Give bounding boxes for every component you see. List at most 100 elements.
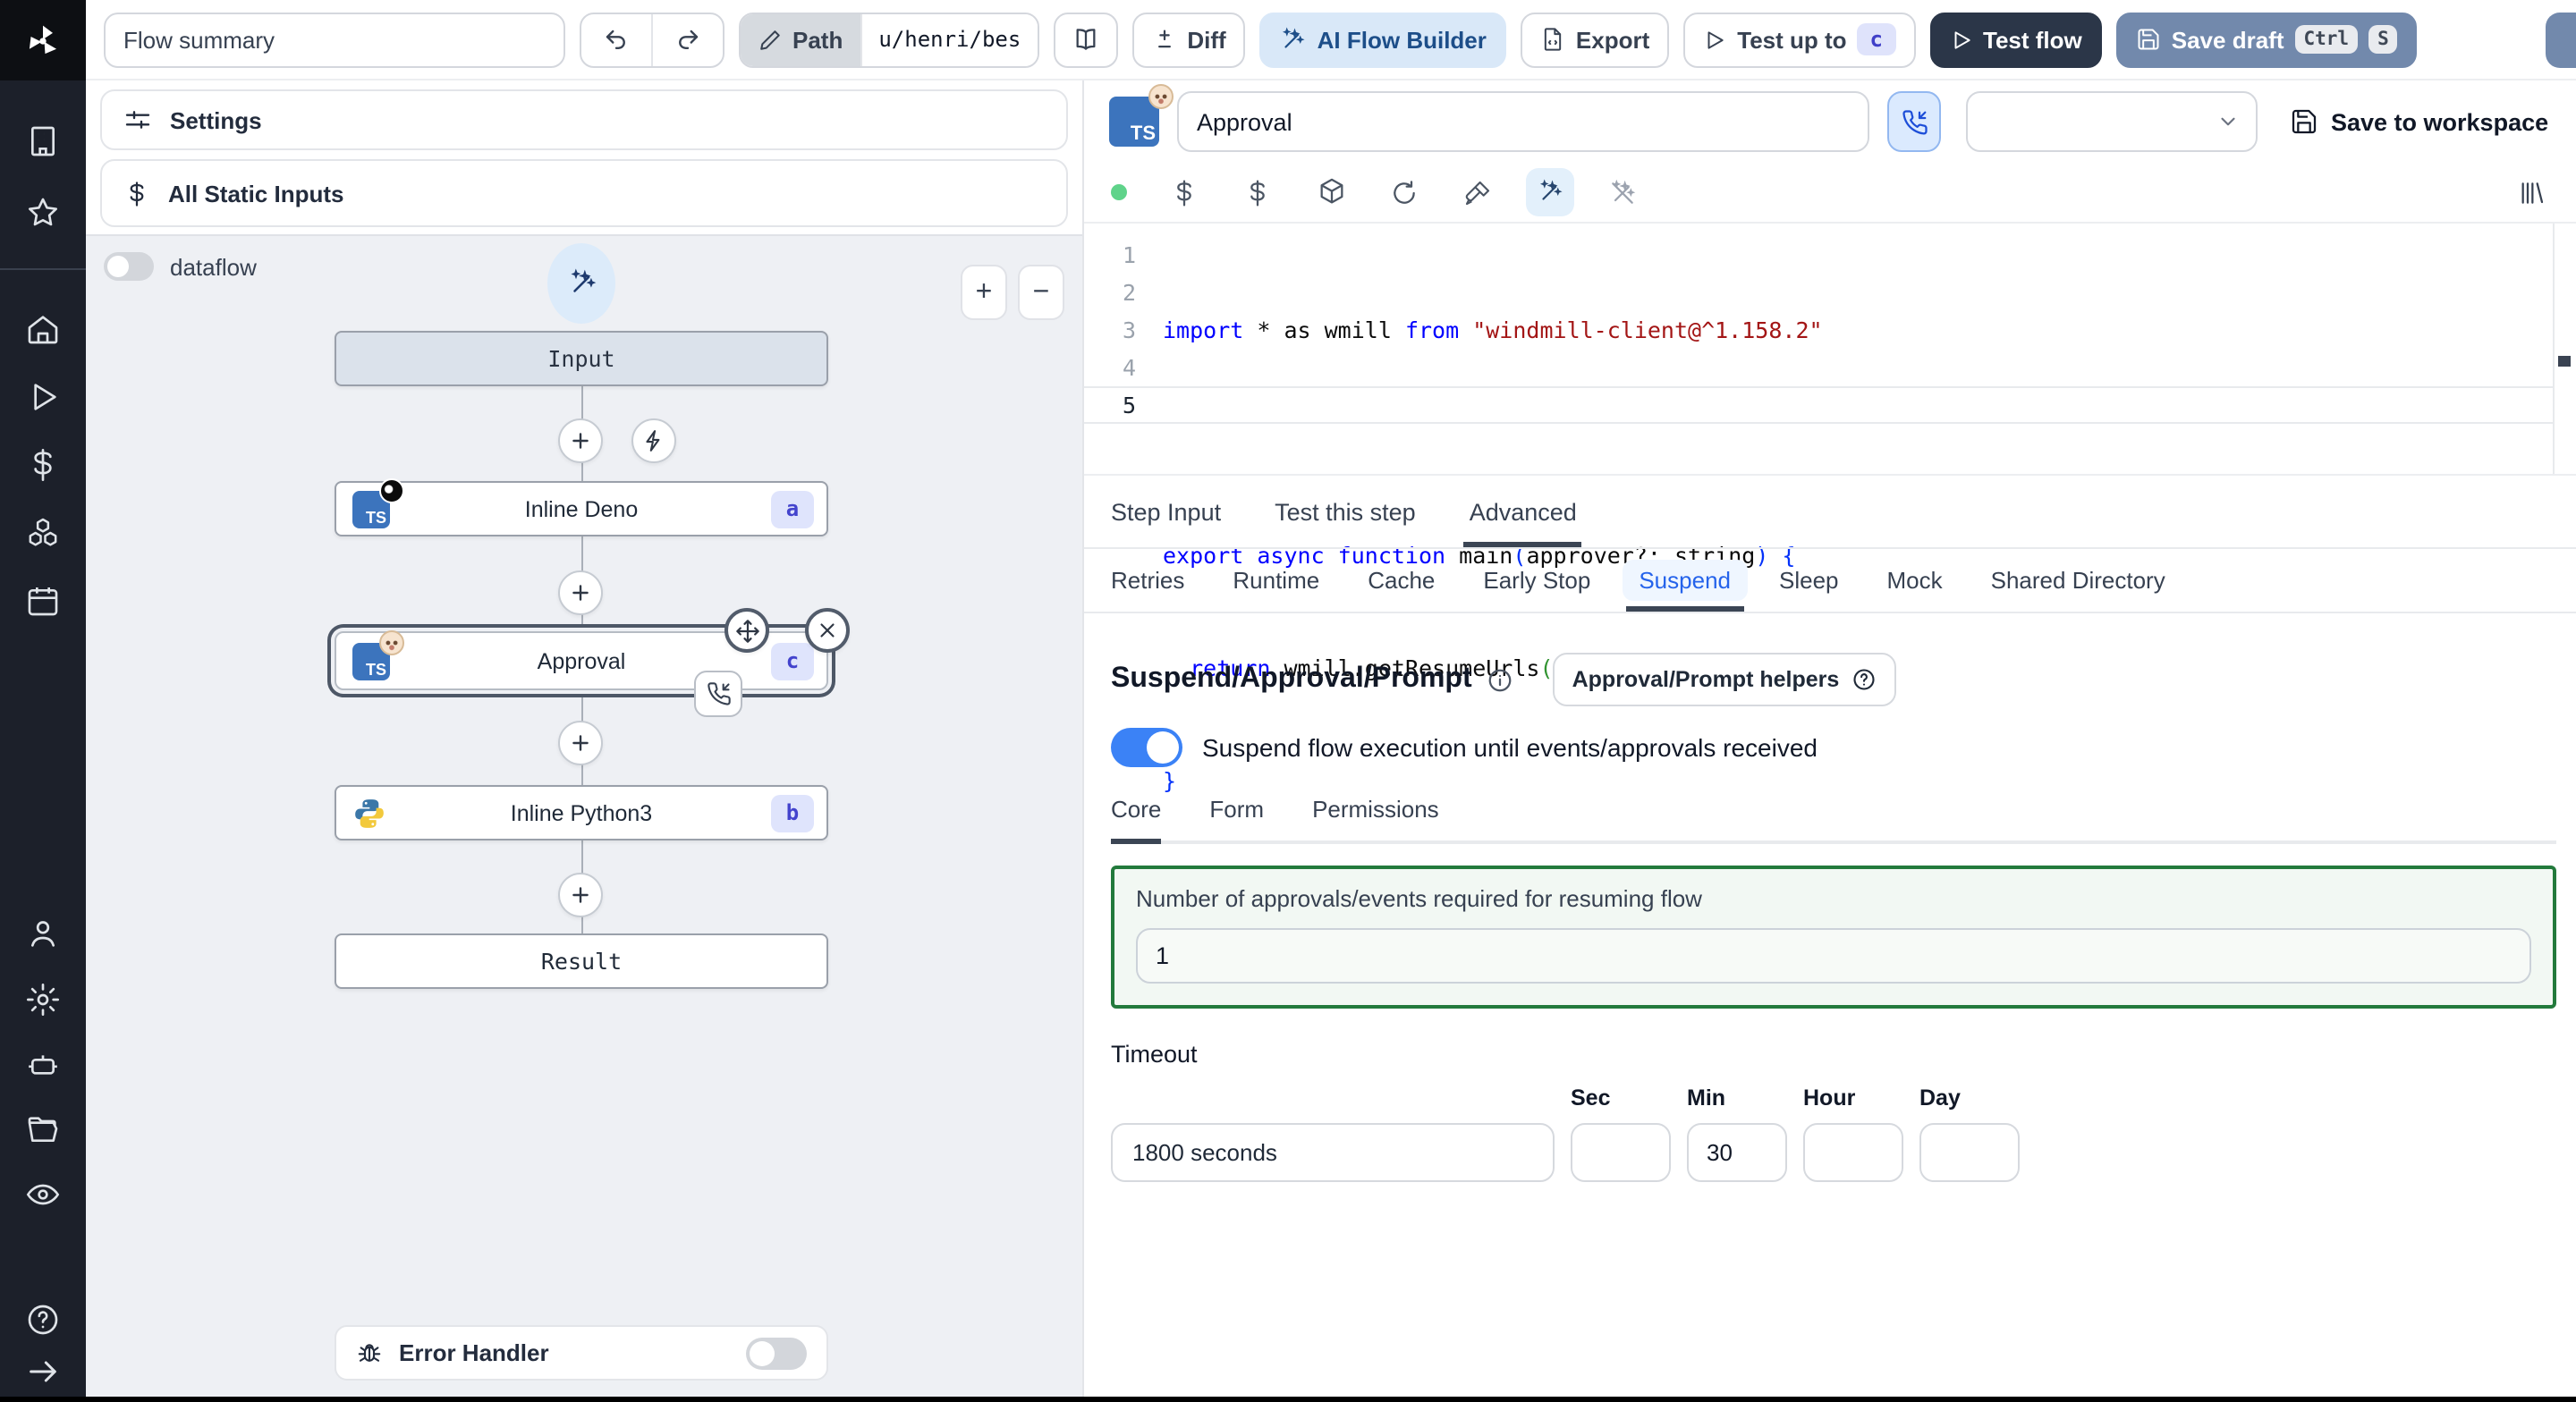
move-step-button[interactable] bbox=[724, 608, 769, 653]
suspend-phone-button[interactable] bbox=[1887, 91, 1941, 152]
step-name-input[interactable] bbox=[1177, 91, 1869, 152]
dataflow-label: dataflow bbox=[170, 253, 257, 280]
zoom-in-button[interactable]: + bbox=[961, 265, 1007, 320]
add-trigger-bolt-button[interactable] bbox=[631, 418, 676, 463]
tab-test-this-step[interactable]: Test this step bbox=[1275, 476, 1416, 547]
workers-robot-icon[interactable] bbox=[0, 1048, 86, 1084]
save-to-workspace-button[interactable]: Save to workspace bbox=[2290, 107, 2548, 136]
ai-wand-button[interactable] bbox=[547, 243, 615, 324]
static-inputs-dollar-icon[interactable] bbox=[1168, 178, 1200, 207]
add-step-button[interactable] bbox=[558, 873, 603, 917]
subtab-retries[interactable]: Retries bbox=[1111, 549, 1184, 612]
dataflow-toggle[interactable] bbox=[104, 252, 154, 281]
subtab-runtime[interactable]: Runtime bbox=[1233, 549, 1319, 612]
step-tabs: Step Input Test this step Advanced bbox=[1084, 476, 2576, 549]
folders-icon[interactable] bbox=[0, 1112, 86, 1148]
step-node-inline-python[interactable]: Inline Python3 b bbox=[335, 785, 828, 840]
add-step-button[interactable] bbox=[558, 570, 603, 615]
docs-book-button[interactable] bbox=[1053, 12, 1118, 67]
audit-eye-icon[interactable] bbox=[0, 1177, 86, 1212]
day-input[interactable] bbox=[1919, 1123, 2020, 1182]
sec-input[interactable] bbox=[1571, 1123, 1671, 1182]
flow-canvas[interactable]: dataflow + − Input TS Inline Deno a TS A… bbox=[86, 236, 1082, 1402]
approval-prompt-helpers-button[interactable]: Approval/Prompt helpers bbox=[1552, 653, 1897, 706]
step-id-badge: a bbox=[771, 490, 814, 528]
settings-gear-icon[interactable] bbox=[0, 982, 86, 1018]
variables-dollar-icon[interactable] bbox=[1241, 178, 1274, 207]
error-handler-card[interactable]: Error Handler bbox=[335, 1325, 828, 1381]
undo-redo-group bbox=[580, 12, 724, 67]
users-icon[interactable] bbox=[0, 916, 86, 951]
delete-step-button[interactable] bbox=[805, 608, 850, 653]
save-icon bbox=[2136, 27, 2161, 52]
step-node-inline-deno[interactable]: TS Inline Deno a bbox=[335, 477, 828, 536]
flow-panel: Settings All Static Inputs dataflow + − bbox=[86, 80, 1084, 1402]
library-icon[interactable] bbox=[2517, 178, 2546, 207]
favorites-star-icon[interactable] bbox=[0, 195, 86, 231]
ai-disabled-wand-off-icon[interactable] bbox=[1606, 178, 1639, 207]
package-icon[interactable] bbox=[1315, 177, 1347, 207]
suspend-tab-form[interactable]: Form bbox=[1209, 785, 1264, 840]
flow-settings-button[interactable]: Settings bbox=[100, 89, 1068, 150]
min-input[interactable] bbox=[1687, 1123, 1787, 1182]
ai-assistant-wand-button[interactable] bbox=[1526, 168, 1574, 216]
suspend-section-title: Suspend/Approval/Prompt bbox=[1111, 663, 1472, 694]
refresh-icon[interactable] bbox=[1388, 178, 1420, 207]
format-brush-icon[interactable] bbox=[1462, 178, 1494, 207]
add-step-button[interactable] bbox=[558, 418, 603, 463]
timeout-seconds-input[interactable] bbox=[1111, 1123, 1555, 1182]
error-handler-toggle[interactable] bbox=[746, 1337, 807, 1369]
subtab-sleep[interactable]: Sleep bbox=[1779, 549, 1839, 612]
step-header: TS Save to workspace bbox=[1084, 80, 2576, 163]
zoom-out-button[interactable]: − bbox=[1018, 265, 1064, 320]
add-step-button[interactable] bbox=[558, 721, 603, 765]
test-up-to-button[interactable]: Test up to c bbox=[1683, 12, 1915, 67]
input-node[interactable]: Input bbox=[335, 331, 828, 386]
variables-dollar-icon[interactable] bbox=[0, 447, 86, 483]
edit-path-button[interactable]: Path bbox=[741, 13, 861, 65]
workspace-icon[interactable] bbox=[0, 123, 86, 159]
help-icon[interactable] bbox=[0, 1302, 86, 1338]
all-static-inputs-button[interactable]: All Static Inputs bbox=[100, 159, 1068, 227]
approvals-required-input[interactable] bbox=[1136, 928, 2531, 984]
path-value[interactable]: u/henri/bes bbox=[860, 13, 1038, 65]
home-icon[interactable] bbox=[0, 311, 86, 347]
subtab-early-stop[interactable]: Early Stop bbox=[1483, 549, 1590, 612]
help-circle-icon bbox=[1852, 667, 1877, 692]
suspend-tab-core[interactable]: Core bbox=[1111, 785, 1162, 844]
ai-flow-builder-button[interactable]: AI Flow Builder bbox=[1259, 12, 1506, 67]
schedules-calendar-icon[interactable] bbox=[0, 583, 86, 619]
resources-cubes-icon[interactable] bbox=[0, 515, 86, 551]
hour-input[interactable] bbox=[1803, 1123, 1903, 1182]
flow-summary-input[interactable] bbox=[104, 12, 565, 67]
diff-button[interactable]: Diff bbox=[1131, 12, 1246, 67]
code-line-1: import * as wmill from "windmill-client@… bbox=[1163, 317, 1823, 343]
suspend-toggle-on[interactable] bbox=[1111, 728, 1182, 767]
deploy-button-partial[interactable] bbox=[2546, 13, 2576, 68]
undo-button[interactable] bbox=[581, 13, 651, 65]
code-editor[interactable]: 1 2 3 4 5 import * as wmill from "windmi… bbox=[1084, 222, 2576, 794]
test-flow-button[interactable]: Test flow bbox=[1929, 12, 2102, 67]
hour-label: Hour bbox=[1803, 1085, 1856, 1111]
result-node[interactable]: Result bbox=[335, 933, 828, 989]
tab-step-input[interactable]: Step Input bbox=[1111, 476, 1221, 547]
workspace-script-select[interactable] bbox=[1966, 91, 2258, 152]
export-button[interactable]: Export bbox=[1520, 12, 1670, 67]
path-label: Path bbox=[792, 26, 843, 53]
windmill-logo[interactable] bbox=[0, 0, 86, 80]
suspend-phone-incoming-badge[interactable] bbox=[694, 671, 742, 717]
subtab-shared-directory[interactable]: Shared Directory bbox=[1991, 549, 2165, 612]
collapse-arrow-icon[interactable] bbox=[0, 1354, 86, 1389]
subtab-cache[interactable]: Cache bbox=[1368, 549, 1435, 612]
suspend-tab-permissions[interactable]: Permissions bbox=[1312, 785, 1439, 840]
info-icon[interactable] bbox=[1487, 666, 1513, 693]
subtab-mock[interactable]: Mock bbox=[1887, 549, 1943, 612]
redo-button[interactable] bbox=[651, 13, 723, 65]
save-draft-button[interactable]: Save draft Ctrl S bbox=[2115, 12, 2418, 67]
editor-scroll-ruler[interactable] bbox=[2553, 224, 2576, 474]
subtab-suspend[interactable]: Suspend bbox=[1623, 549, 1747, 612]
approvals-required-label: Number of approvals/events required for … bbox=[1136, 885, 1702, 912]
baby-emoji-icon bbox=[379, 629, 404, 655]
tab-advanced[interactable]: Advanced bbox=[1463, 476, 1582, 547]
runs-play-icon[interactable] bbox=[0, 379, 86, 415]
